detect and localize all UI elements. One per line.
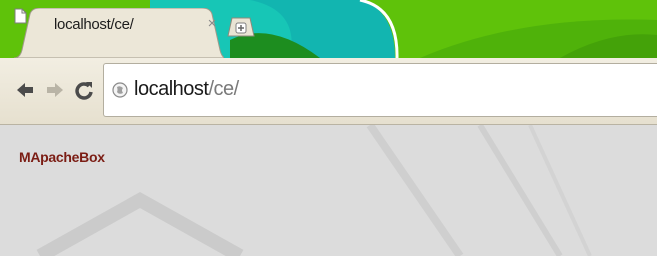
page-background-pattern: [0, 125, 657, 256]
reload-icon[interactable]: [73, 79, 95, 101]
new-tab-button[interactable]: [226, 16, 256, 38]
window-titlebar: localhost/ce/ ×: [0, 0, 657, 58]
forward-arrow-icon[interactable]: [44, 79, 66, 101]
address-bar[interactable]: localhost/ce/: [103, 63, 657, 117]
tab-localhost[interactable]: localhost/ce/ ×: [14, 8, 224, 58]
address-url: localhost/ce/: [134, 78, 239, 101]
tab-title: localhost/ce/: [54, 16, 134, 33]
new-tab-icon: [227, 17, 255, 37]
document-icon: [14, 8, 27, 24]
browser-toolbar: localhost/ce/: [0, 58, 657, 125]
back-arrow-icon[interactable]: [14, 79, 36, 101]
site-link-mapachebox[interactable]: MApacheBox: [19, 149, 105, 165]
url-path: /ce/: [208, 78, 239, 100]
page-content: MApacheBox: [0, 125, 657, 256]
page-info-icon[interactable]: [112, 82, 128, 98]
close-icon[interactable]: ×: [205, 16, 219, 31]
url-host: localhost: [134, 78, 209, 100]
